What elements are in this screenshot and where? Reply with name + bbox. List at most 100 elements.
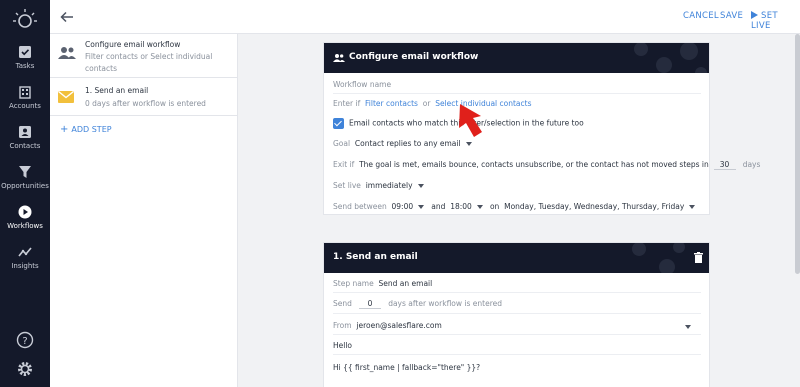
enter-if-row: Enter if Filter contacts or Select indiv…: [333, 99, 532, 108]
set-live-button[interactable]: SET LIVE: [751, 11, 800, 31]
from-value: jeroen@salesflare.com: [356, 321, 442, 330]
enter-if-label: Enter if: [333, 99, 361, 108]
nav-accounts[interactable]: Accounts: [0, 85, 50, 110]
email-card: 1. Send an email Step name Send an email…: [323, 242, 710, 387]
step-name-row: Step name Send an email: [333, 279, 432, 288]
and-text: and: [431, 202, 446, 211]
nav-tasks[interactable]: Tasks: [0, 45, 50, 70]
nav-opportunities[interactable]: Opportunities: [0, 165, 50, 190]
email-card-title: 1. Send an email: [333, 252, 418, 262]
salesflare-logo-icon[interactable]: [13, 8, 37, 32]
send-delay-row: Send 0 days after workflow is entered: [333, 299, 502, 309]
save-button[interactable]: SAVE: [720, 11, 743, 21]
divider: [333, 354, 701, 355]
goal-select[interactable]: Contact replies to any email: [355, 139, 472, 148]
step-configure-subtitle: Filter contacts or Select individual con…: [85, 52, 213, 73]
from-time-select[interactable]: 09:00: [392, 202, 425, 211]
to-time-select[interactable]: 18:00: [450, 202, 483, 211]
days-value: Monday, Tuesday, Wednesday, Thursday, Fr…: [504, 202, 685, 211]
filter-contacts-link[interactable]: Filter contacts: [365, 99, 418, 108]
set-live-value: immediately: [365, 181, 413, 190]
send-days-input[interactable]: 0: [359, 299, 382, 309]
cancel-button[interactable]: CANCEL: [683, 11, 719, 21]
chevron-down-icon: [418, 205, 425, 209]
to-time-value: 18:00: [450, 202, 472, 211]
divider: [333, 93, 701, 94]
email-body-line-2[interactable]: Hi {{ first_name | fallback="there" }}?: [333, 363, 480, 372]
on-text: on: [489, 202, 500, 211]
plus-icon: +: [60, 124, 69, 135]
configure-card-header: Configure email workflow: [324, 43, 709, 73]
set-live-label: Set live: [333, 181, 361, 190]
email-card-header: 1. Send an email: [324, 243, 709, 273]
chevron-down-icon: [476, 205, 483, 209]
steps-panel: Configure email workflow Filter contacts…: [50, 34, 238, 387]
divider: [333, 292, 701, 293]
set-live-select[interactable]: immediately: [366, 181, 424, 190]
help-icon[interactable]: ?: [15, 330, 35, 350]
exit-days-unit: days: [742, 160, 761, 169]
people-icon: [58, 47, 76, 59]
from-row[interactable]: From jeroen@salesflare.com: [333, 321, 701, 330]
send-between-label: Send between: [333, 202, 387, 211]
nav-contacts-label: Contacts: [9, 142, 41, 150]
step-configure[interactable]: Configure email workflow Filter contacts…: [50, 34, 238, 78]
exit-days-input[interactable]: 30: [713, 160, 736, 170]
exit-if-row: Exit if The goal is met, emails bounce, …: [333, 160, 760, 170]
play-icon: [751, 11, 758, 19]
sidebar: Tasks Accounts Contacts Opportunities Wo…: [0, 0, 50, 387]
configure-card: Configure email workflow Workflow name E…: [323, 42, 760, 215]
step-send-email[interactable]: 1. Send an email 0 days after workflow i…: [50, 78, 238, 116]
decorative-bubbles: [634, 43, 707, 73]
top-bar: CANCEL SAVE SET LIVE: [50, 0, 800, 34]
goal-value: Contact replies to any email: [354, 139, 461, 148]
insights-icon: [18, 247, 32, 257]
days-select[interactable]: Monday, Tuesday, Wednesday, Thursday, Fr…: [504, 202, 696, 211]
nav-accounts-label: Accounts: [9, 102, 41, 110]
workflow-name-placeholder: Workflow name: [333, 80, 392, 89]
email-body-line-1[interactable]: Hello: [333, 341, 352, 350]
settings-gear-icon[interactable]: [15, 359, 35, 379]
accounts-icon: [19, 86, 31, 99]
step-name-input[interactable]: Send an email: [379, 279, 433, 288]
nav-insights-label: Insights: [11, 262, 39, 270]
from-label: From: [333, 321, 352, 330]
workflow-name-input[interactable]: Workflow name: [333, 80, 391, 89]
envelope-icon: [58, 91, 74, 103]
chevron-down-icon: [417, 184, 424, 188]
goal-label: Goal: [333, 139, 351, 148]
email-body-hello: Hello: [333, 341, 353, 350]
add-step-button[interactable]: + ADD STEP: [60, 124, 112, 135]
nav-workflows[interactable]: Workflows: [0, 205, 50, 230]
step-send-email-title: 1. Send an email: [85, 86, 149, 95]
svg-text:?: ?: [22, 336, 27, 347]
exit-if-text: The goal is met, emails bounce, contacts…: [359, 160, 709, 169]
send-between-row: Send between 09:00 and 18:00 on Monday, …: [333, 202, 696, 211]
chevron-down-icon: [465, 142, 472, 146]
step-name-label: Step name: [333, 279, 374, 288]
red-annotation-arrow-icon: [459, 104, 482, 137]
nav-workflows-label: Workflows: [7, 222, 43, 230]
configure-card-title: Configure email workflow: [349, 52, 479, 62]
exit-if-label: Exit if: [333, 160, 355, 169]
funnel-icon: [19, 166, 31, 178]
nav-tasks-label: Tasks: [15, 62, 35, 70]
people-icon: [333, 54, 345, 62]
contacts-icon: [19, 126, 31, 138]
nav-contacts[interactable]: Contacts: [0, 125, 50, 150]
send-after-text: days after workflow is entered: [388, 299, 502, 308]
match-future-checkbox[interactable]: [333, 118, 344, 129]
back-arrow-icon[interactable]: [59, 9, 75, 25]
from-time-value: 09:00: [391, 202, 414, 211]
nav-insights[interactable]: Insights: [0, 245, 50, 270]
set-live-row: Set live immediately: [333, 181, 424, 190]
email-body-greeting: Hi {{ first_name | fallback="there" }}?: [333, 363, 481, 372]
divider: [333, 334, 701, 335]
or-text: or: [422, 99, 431, 108]
chevron-down-icon: [689, 205, 696, 209]
send-label: Send: [333, 299, 352, 308]
trash-icon[interactable]: [694, 252, 703, 263]
chevron-down-icon: [685, 325, 691, 329]
scrollbar[interactable]: [795, 34, 800, 274]
goal-row: Goal Contact replies to any email: [333, 139, 472, 148]
